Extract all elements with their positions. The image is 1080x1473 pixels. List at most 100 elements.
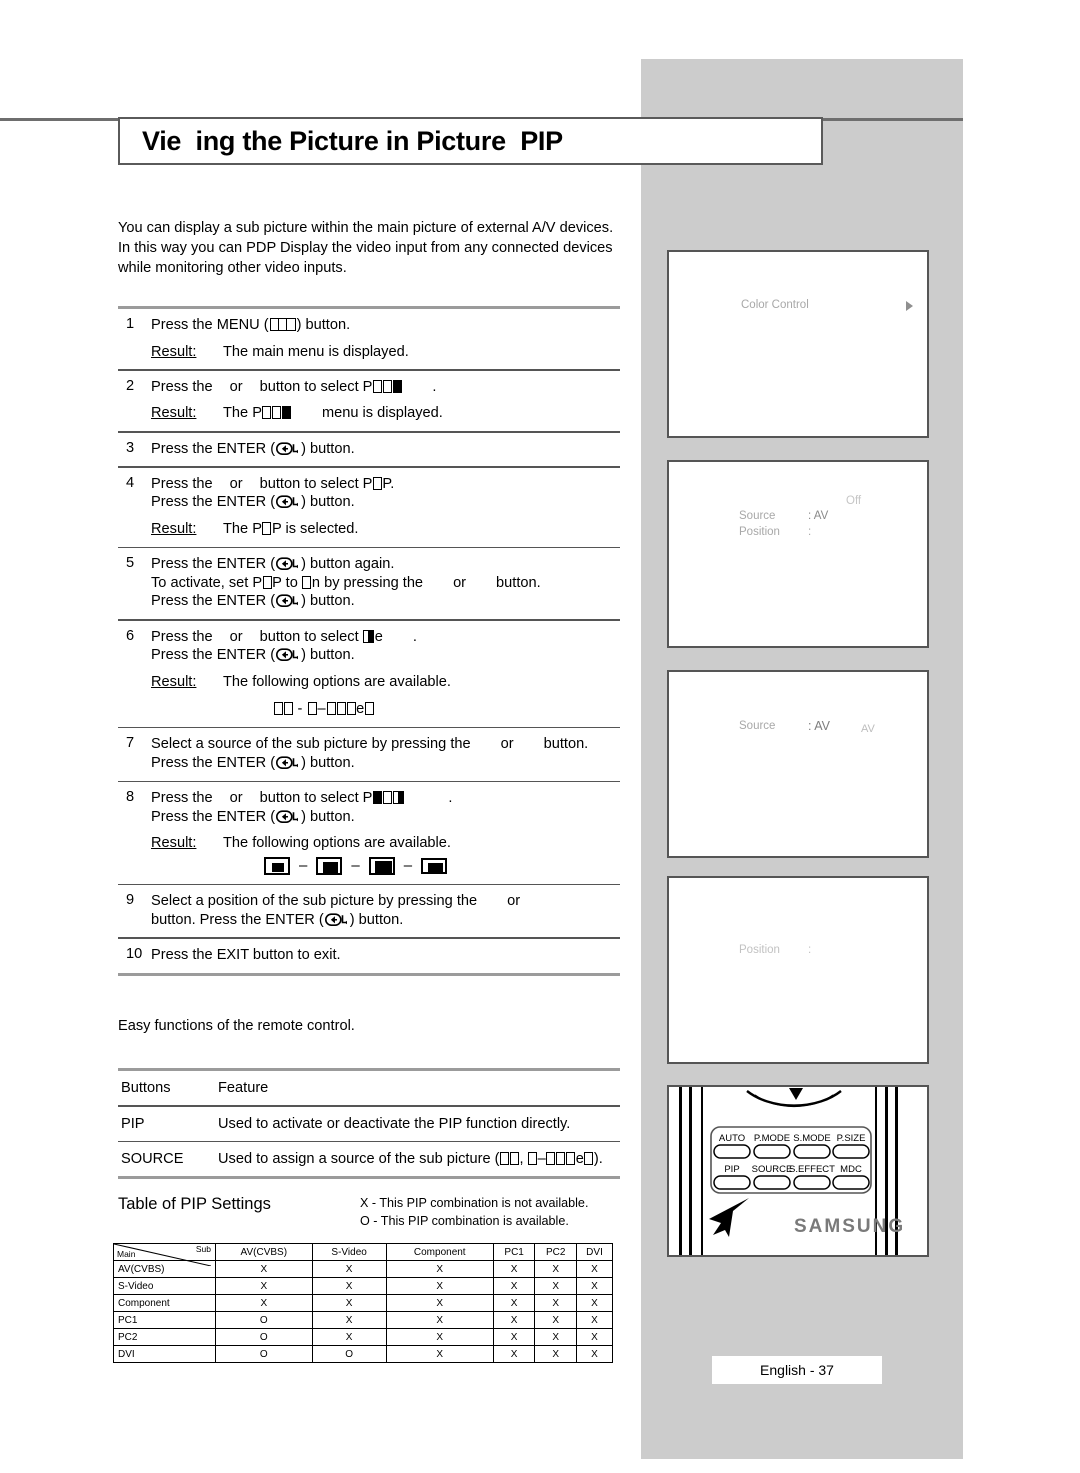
step-text: Press the or button to select P. Press the… xyxy=(151,789,620,876)
missing-glyph-icon xyxy=(566,1152,576,1166)
step-7-b: or xyxy=(500,736,514,753)
matrix-cell: X xyxy=(534,1311,578,1329)
btn-table-bottom-rule xyxy=(118,1176,620,1180)
btn-feature-source-post: e xyxy=(575,1151,584,1168)
step-8-c: button to select P xyxy=(259,790,373,807)
matrix-cell: X xyxy=(492,1311,536,1329)
step-number: 3 xyxy=(126,439,135,456)
matrix-cell: X xyxy=(576,1311,613,1329)
step-number: 4 xyxy=(126,474,135,491)
enter-button-icon xyxy=(276,557,300,571)
step-text: Press the or button to select P P. Press th… xyxy=(151,475,620,539)
step-5-line3-post: ) button. xyxy=(301,593,355,610)
btn-feature-pip: Used to activate or deactivate the PIP f… xyxy=(218,1115,571,1132)
step-5-post: ) button again. xyxy=(301,556,395,573)
step-text: Select a position of the sub picture by … xyxy=(151,892,620,929)
matrix-corner-cell: Main Sub xyxy=(113,1243,216,1266)
step-5-line2-e: button. xyxy=(496,574,541,591)
matrix-col-header: AV(CVBS) xyxy=(215,1243,313,1261)
step-10: 10 Press the EXIT button to exit. xyxy=(118,939,620,973)
osd-label-color-control: Color Control xyxy=(741,299,809,311)
step-6-c: button to select xyxy=(259,628,359,645)
matrix-col-header: PC2 xyxy=(534,1243,578,1261)
step-8-result: Result: The following options are availa… xyxy=(151,834,620,853)
osd-label-source: Source xyxy=(739,720,776,732)
table-row: S-Video X X X X X X xyxy=(113,1277,613,1295)
step-number: 6 xyxy=(126,627,135,644)
matrix-cell: X xyxy=(576,1294,613,1312)
step-8-line2-post: ) button. xyxy=(301,808,355,825)
step-6-d: e xyxy=(374,628,383,645)
step-6-a: Press the xyxy=(151,628,213,645)
step-1-text-post: ) button. xyxy=(296,317,351,333)
missing-glyph-icon xyxy=(282,406,292,420)
step-number: 2 xyxy=(126,377,135,394)
pip-size-icon-4 xyxy=(421,858,448,875)
step-text: Press the or button to select e. Press the… xyxy=(151,628,620,719)
step-1-text-pre: Press the MENU ( xyxy=(151,317,269,333)
step-6-options: - – e xyxy=(151,700,620,719)
page-title: Vie ing the Picture in Picture PIP xyxy=(142,125,563,156)
intro-paragraph: You can display a sub picture within the… xyxy=(118,220,614,277)
matrix-cell: X xyxy=(311,1277,387,1295)
step-7-line2-post: ) button. xyxy=(301,755,355,772)
matrix-cell: X xyxy=(311,1311,387,1329)
table-row: Component X X X X X X xyxy=(113,1294,613,1312)
result-label: Result: xyxy=(151,343,197,360)
btn-feature-source: Used to assign a source of the sub pictu… xyxy=(218,1151,603,1168)
step-text: Press the ENTER () button again. To acti… xyxy=(151,555,620,611)
step-number: 7 xyxy=(126,735,135,752)
matrix-row-header: PC2 xyxy=(113,1328,216,1346)
missing-glyph-icon xyxy=(556,1152,566,1166)
btn-table-header-row: Buttons Feature xyxy=(118,1071,620,1105)
step-4-result: Result: The P P is selected. xyxy=(151,520,620,539)
matrix-row-header: Component xyxy=(113,1294,216,1312)
matrix-cell: X xyxy=(576,1345,613,1363)
step-8: 8 Press the or button to select P. Press t… xyxy=(118,782,620,883)
step-number: 9 xyxy=(126,892,135,909)
matrix-corner-main: Main xyxy=(117,1249,136,1259)
btn-feature-source-mid: , xyxy=(519,1151,524,1168)
missing-glyph-icon xyxy=(326,702,336,716)
matrix-cell: X xyxy=(385,1277,494,1295)
missing-glyph-icon xyxy=(302,575,312,589)
matrix-cell: X xyxy=(576,1260,613,1278)
remote-label-pmode: P.MODE xyxy=(754,1133,790,1144)
result-label: Result: xyxy=(151,520,197,537)
remote-label-seffect: S.EFFECT xyxy=(789,1164,835,1175)
dash-separator: – xyxy=(299,857,308,875)
matrix-cell: O xyxy=(215,1345,313,1363)
pip-settings-matrix: Main Sub AV(CVBS) S-Video Component PC1 … xyxy=(113,1243,613,1363)
osd-label-position: Position xyxy=(739,526,780,538)
step-number: 1 xyxy=(126,316,135,332)
matrix-cell: X xyxy=(534,1328,578,1346)
missing-glyph-icon xyxy=(382,379,392,393)
missing-glyph-icon xyxy=(372,379,382,393)
page-title-banner: Vie ing the Picture in Picture PIP xyxy=(118,117,823,165)
remote-label-pip: PIP xyxy=(724,1164,739,1175)
step-4-line2-pre: Press the ENTER ( xyxy=(151,494,276,511)
osd-value-source: : AV xyxy=(808,510,829,522)
step-number: 8 xyxy=(126,789,135,806)
result-text: The P P is selected. xyxy=(223,520,358,539)
step-7-c: button. xyxy=(543,736,589,753)
matrix-cell: X xyxy=(534,1277,578,1295)
step-text: Press the ENTER () button. xyxy=(151,440,620,459)
pip-settings-heading: Table of PIP Settings xyxy=(118,1195,271,1213)
step-8-b: or xyxy=(229,790,243,807)
matrix-cell: X xyxy=(311,1260,387,1278)
enter-button-icon xyxy=(276,756,300,770)
page-footer-label: English - 37 xyxy=(760,1362,834,1378)
step-2-c: button to select P xyxy=(259,378,373,395)
osd-value-position: : xyxy=(808,526,812,538)
matrix-col-header: DVI xyxy=(576,1243,613,1261)
step-6: 6 Press the or button to select e. Press t… xyxy=(118,621,620,727)
missing-glyph-icon xyxy=(262,575,272,589)
missing-glyph-icon xyxy=(500,1152,509,1166)
page-footer-tab: English - 37 xyxy=(712,1356,882,1384)
osd-label-position: Position xyxy=(739,944,780,956)
missing-glyph-icon xyxy=(382,791,392,805)
result-text: The P menu is displayed. xyxy=(223,404,443,423)
missing-glyph-icon xyxy=(262,406,272,420)
pip-size-options: – – – xyxy=(151,857,620,876)
